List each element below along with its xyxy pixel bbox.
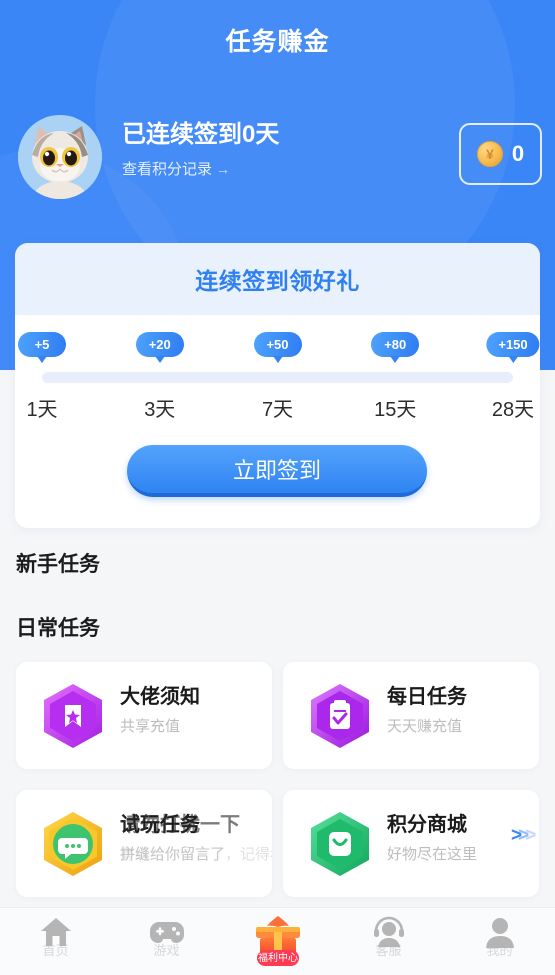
nav-item-profile[interactable]: 我的 <box>444 908 555 975</box>
cat-avatar-icon <box>18 115 102 199</box>
chat-bubble-hex-icon <box>38 809 108 879</box>
coin-balance-value: 0 <box>511 141 525 166</box>
task-card-ghost-text: 请勿打扰一下 有人给你留言了，记得看一下 <box>120 812 272 865</box>
task-card-text: 每日任务 天天赚充值 <box>387 684 537 737</box>
points-record-link[interactable]: 查看积分记录 → <box>122 159 279 180</box>
points-record-label: 查看积分记录 <box>122 161 213 178</box>
task-card-subtitle: 天天赚充值 <box>387 718 463 735</box>
bookmark-star-hex-icon <box>38 681 108 751</box>
day-label: 15天 <box>374 399 417 421</box>
task-card-ghost-title: 请勿打扰一下 <box>120 814 240 836</box>
nav-item-games[interactable]: 游戏 <box>111 908 222 975</box>
page-title: 任务赚金 <box>225 28 330 56</box>
task-card-title: 每日任务 <box>387 686 467 708</box>
day-label-list: 1天 3天 7天 15天 28天 <box>15 393 540 423</box>
day-label: 7天 <box>261 399 294 421</box>
task-card[interactable]: 每日任务 天天赚充值 <box>283 662 539 769</box>
section-title-newbie: 新手任务 <box>16 553 100 576</box>
nav-item-welfare-center[interactable]: 福利中心 福利中心 <box>222 908 333 975</box>
task-card-title: 大佬须知 <box>120 686 200 708</box>
reward-badge: +50 <box>253 332 302 357</box>
chevron-right-icon-group: > > > <box>511 825 537 846</box>
task-card[interactable]: 试玩任务 拼缝给你留言了 请勿打扰一下 有人给你留言了，记得看一下 <box>16 790 272 897</box>
signin-progress-area: +5 +20 +50 +80 +150 1天 3天 7天 15天 28天 <box>15 315 540 433</box>
task-card-subtitle: 好物尽在这里 <box>387 846 478 863</box>
nav-label-profile: 我的 <box>486 943 513 958</box>
nav-label-support: 客服 <box>375 943 402 958</box>
gift-box-icon: 福利中心 <box>249 912 307 975</box>
signin-card-title: 连续签到领好礼 <box>195 268 360 294</box>
user-text-block: 已连续签到0天 查看积分记录 → <box>122 120 279 180</box>
chevron-right-icon: > <box>525 825 537 846</box>
yuan-coin-icon: ¥ <box>476 141 503 167</box>
day-label: 1天 <box>26 399 58 421</box>
clipboard-check-hex-icon <box>305 681 375 751</box>
signin-card-header: 连续签到领好礼 <box>15 243 540 315</box>
day-label: 28天 <box>491 399 535 421</box>
reward-badge-list: +5 +20 +50 +80 +150 <box>15 332 540 366</box>
welfare-center-pill-label: 福利中心 <box>258 951 298 964</box>
nav-item-support[interactable]: 客服 <box>333 908 444 975</box>
section-title-daily: 日常任务 <box>16 617 100 640</box>
nav-label-games: 游戏 <box>153 943 180 958</box>
reward-badge: +80 <box>371 332 420 357</box>
arrow-right-icon: → <box>216 161 231 177</box>
progress-track <box>42 372 513 383</box>
signin-card: 连续签到领好礼 +5 +20 +50 +80 +150 1天 3天 7天 15天 28天 立即签… <box>15 243 540 528</box>
task-card-text: 大佬须知 共享充值 <box>120 684 270 737</box>
coin-balance-badge[interactable]: ¥ 0 <box>459 123 542 185</box>
task-card-ghost-subtitle: 有人给你留言了，记得看一下 <box>120 846 272 863</box>
reward-badge: +5 <box>18 332 66 357</box>
day-label: 3天 <box>144 399 176 421</box>
app-screen: 任务赚金 已连续签到0天 查看积分记录 → ¥ 0 连续签到领好礼 +5 +20… <box>0 0 555 975</box>
task-card[interactable]: 大佬须知 共享充值 <box>16 662 272 769</box>
envelope-smile-hex-icon <box>305 809 375 879</box>
avatar[interactable] <box>18 115 102 199</box>
reward-badge: +150 <box>486 332 540 357</box>
user-summary-row: 已连续签到0天 查看积分记录 → ¥ 0 <box>0 115 555 205</box>
bottom-nav: 首页 游戏 福利中心 客服 我的 <box>0 907 555 975</box>
signin-button[interactable]: 立即签到 <box>127 445 427 497</box>
streak-text: 已连续签到0天 <box>122 121 280 148</box>
reward-badge: +20 <box>135 332 184 357</box>
nav-label-home: 首页 <box>42 943 69 958</box>
task-card-subtitle: 共享充值 <box>120 718 181 735</box>
nav-item-home[interactable]: 首页 <box>0 908 111 975</box>
task-card[interactable]: 积分商城 好物尽在这里 > > > <box>283 790 539 897</box>
